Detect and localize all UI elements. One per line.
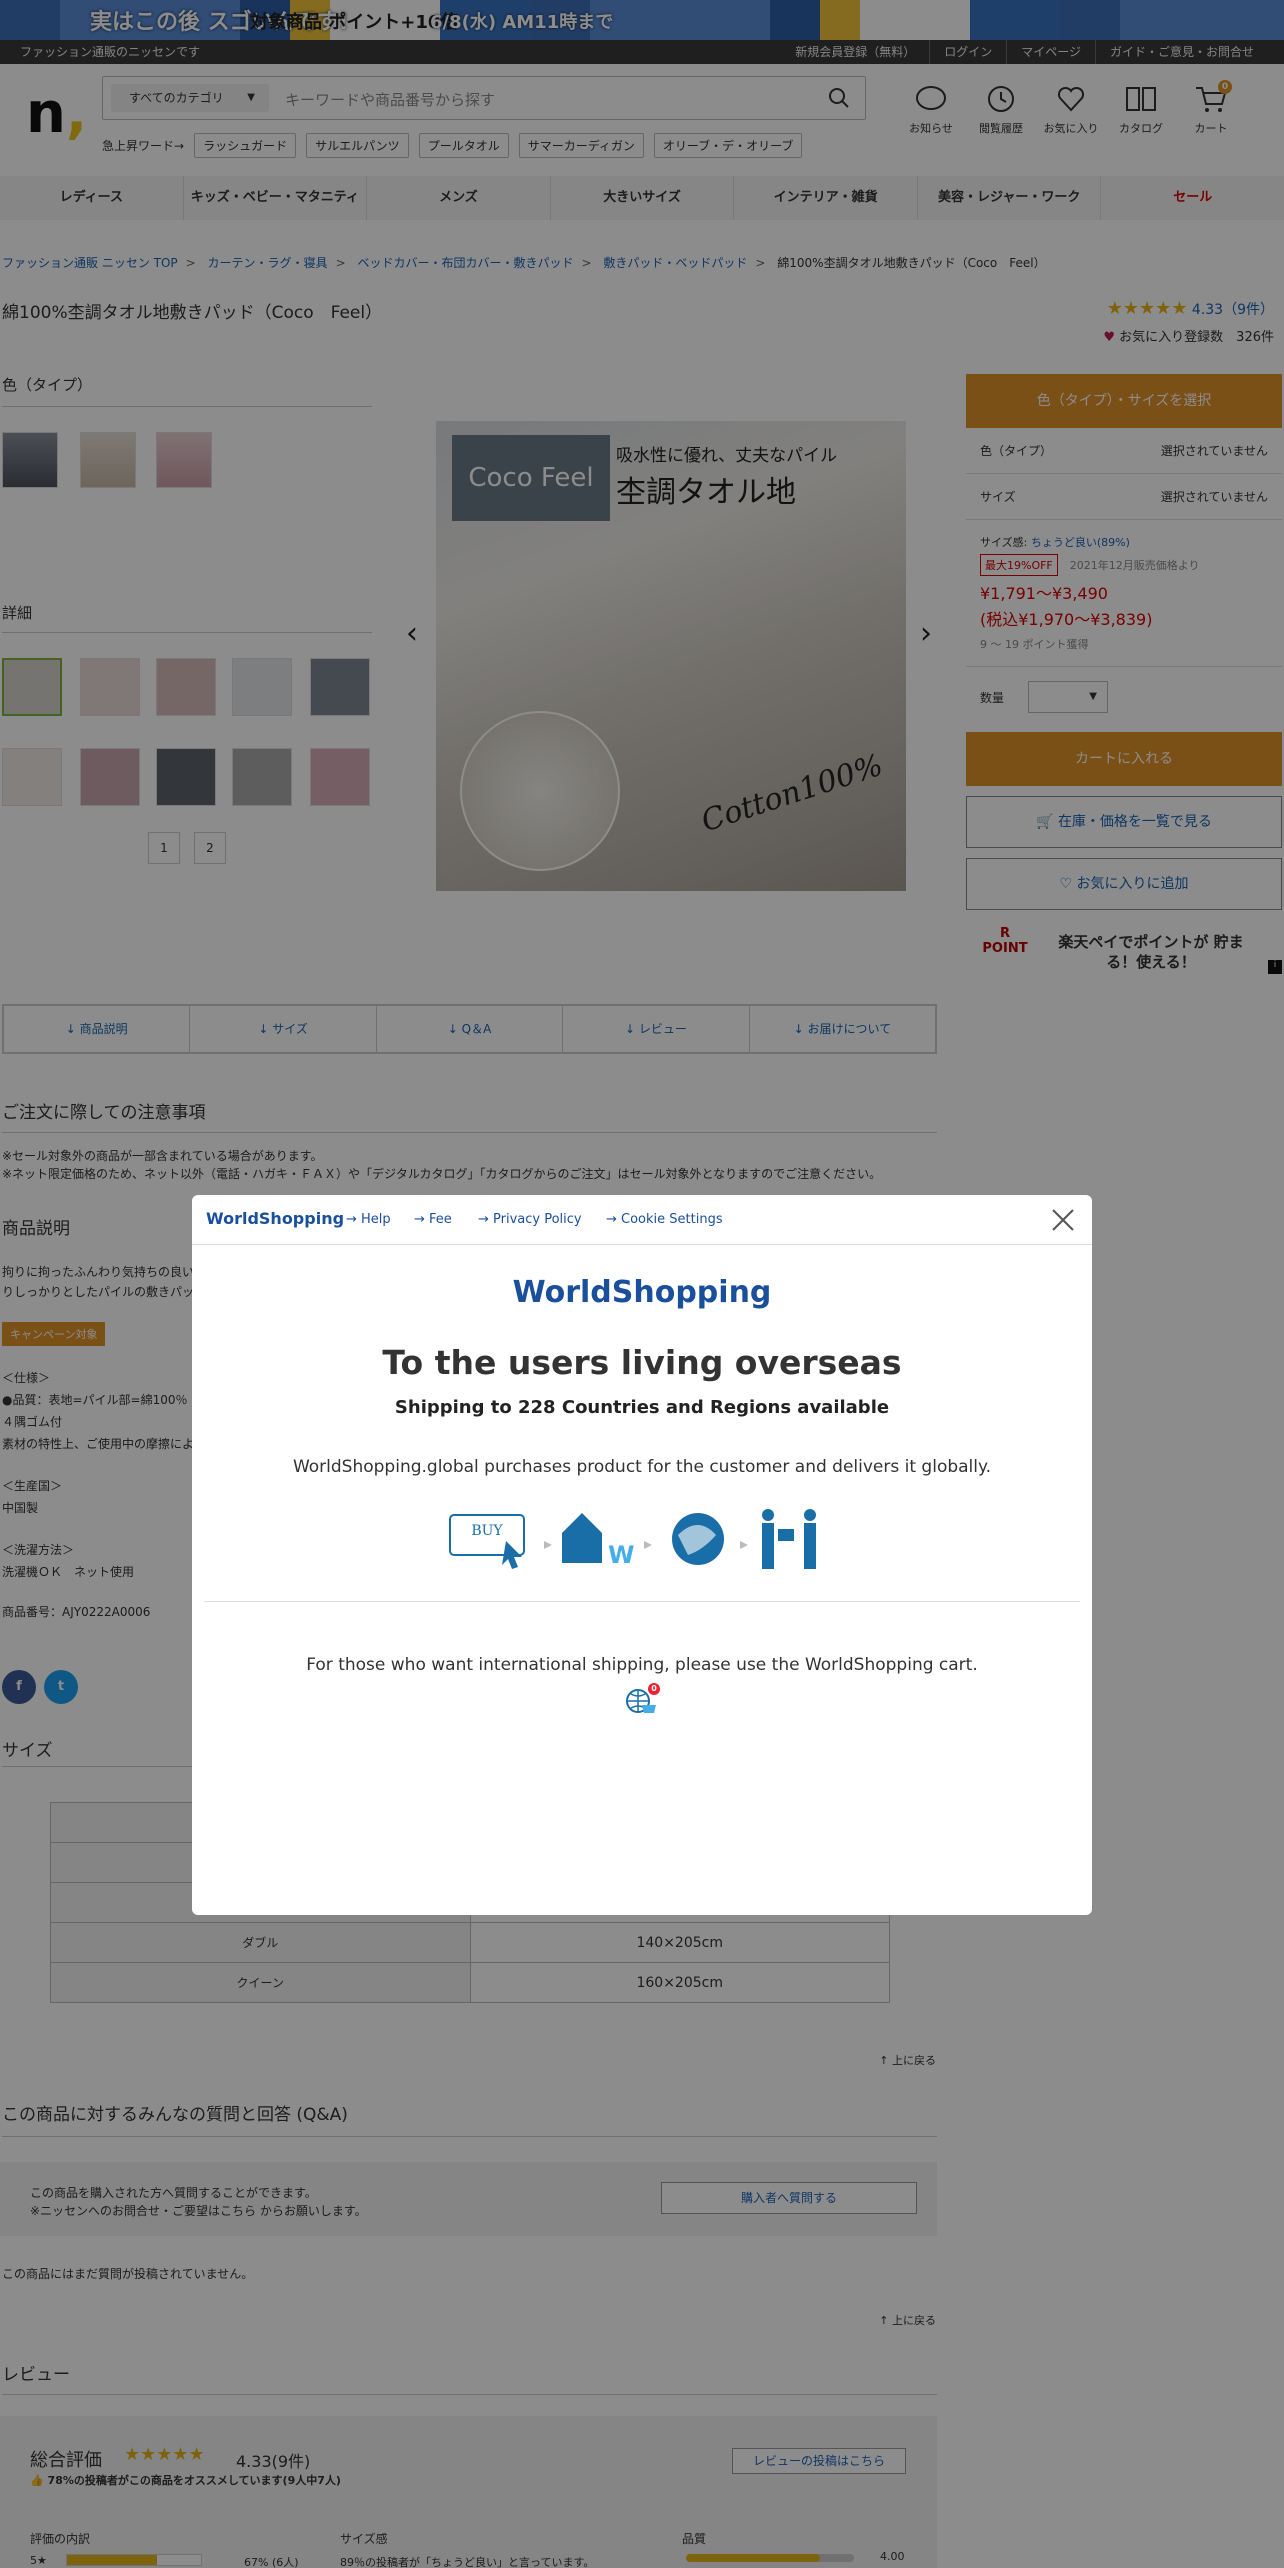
modal-subtitle: Shipping to 228 Countries and Regions av… (394, 1397, 890, 1418)
help-link[interactable]: → Help (346, 1212, 391, 1227)
buy-step-label: BUY (471, 1523, 503, 1539)
close-icon[interactable] (1048, 1205, 1078, 1235)
modal-description: WorldShopping.global purchases product f… (292, 1457, 992, 1477)
modal-title: To the users living overseas (382, 1343, 902, 1382)
worldshopping-cart-button[interactable]: 0 (624, 1683, 660, 1719)
process-steps: BUY W (449, 1509, 816, 1569)
worldshopping-modal: WorldShopping → Help → Fee → Privacy Pol… (192, 1195, 1092, 1915)
fee-link[interactable]: → Fee (414, 1212, 452, 1227)
cart-badge: 0 (648, 1683, 660, 1695)
modal-note: For those who want international shippin… (306, 1655, 978, 1675)
privacy-link[interactable]: → Privacy Policy (478, 1212, 582, 1227)
worldshopping-big-logo: WorldShopping (512, 1275, 772, 1310)
cookie-link[interactable]: → Cookie Settings (606, 1212, 723, 1227)
modal-header: WorldShopping → Help → Fee → Privacy Pol… (192, 1195, 1092, 1245)
svg-text:W: W (608, 1541, 634, 1569)
worldshopping-logo: WorldShopping (206, 1209, 345, 1228)
